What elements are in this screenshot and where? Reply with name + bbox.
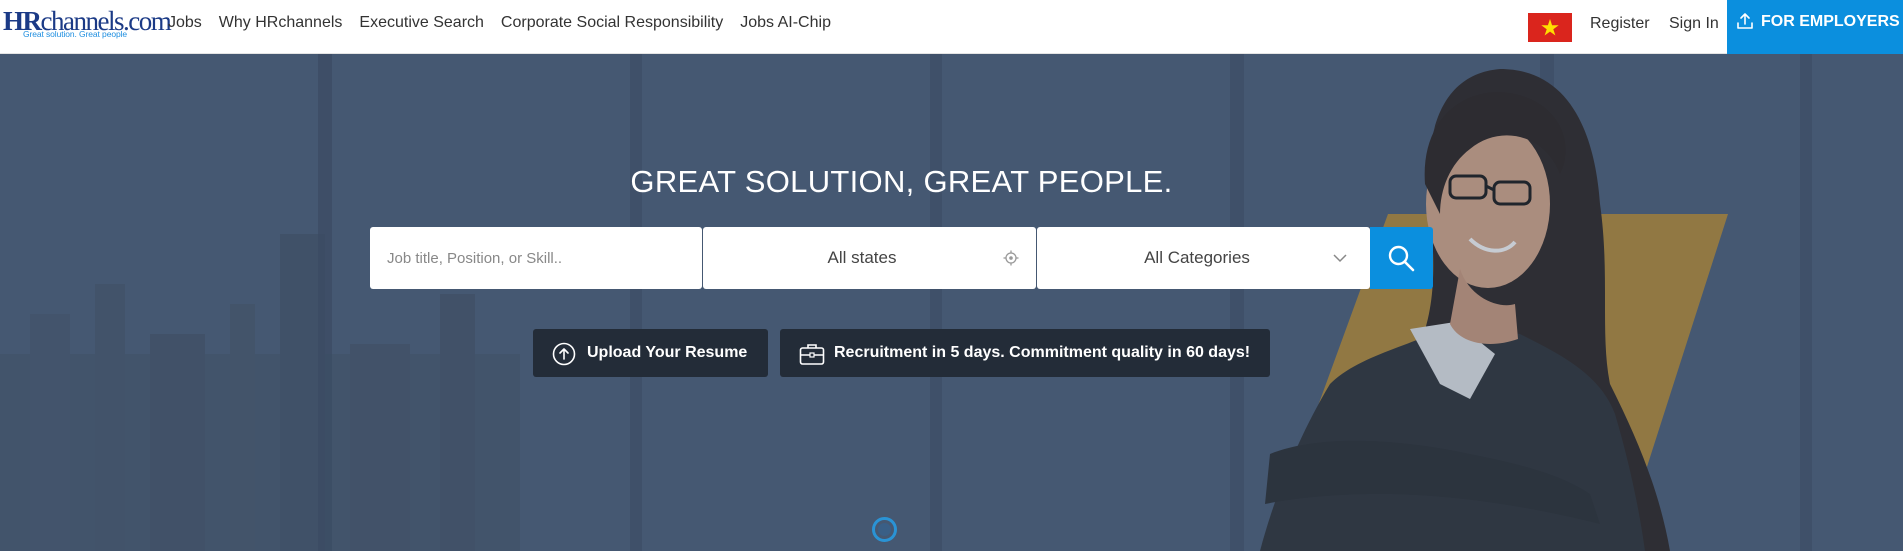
register-link[interactable]: Register bbox=[1590, 15, 1650, 33]
nav-item-jobs-ai-chip[interactable]: Jobs AI-Chip bbox=[740, 14, 831, 32]
site-header: HRchannels.com Great solution. Great peo… bbox=[0, 0, 1903, 54]
category-select-value: All Categories bbox=[1144, 248, 1250, 267]
logo-tagline: Great solution. Great people bbox=[23, 29, 127, 39]
search-icon bbox=[1388, 245, 1415, 272]
upload-icon bbox=[1737, 13, 1753, 29]
nav-item-why-hrchannels[interactable]: Why HRchannels bbox=[219, 14, 343, 32]
state-select[interactable]: All states bbox=[703, 227, 1036, 289]
for-employers-label: FOR EMPLOYERS bbox=[1761, 13, 1900, 30]
vietnam-flag-icon[interactable] bbox=[1528, 13, 1572, 42]
hero-banner: GREAT SOLUTION, GREAT PEOPLE. All states… bbox=[0, 54, 1903, 551]
main-nav: Jobs Why HRchannels Executive Search Cor… bbox=[168, 0, 848, 46]
for-employers-button[interactable]: FOR EMPLOYERS bbox=[1727, 0, 1903, 54]
nav-item-jobs[interactable]: Jobs bbox=[168, 14, 202, 32]
upload-resume-label: Upload Your Resume bbox=[587, 344, 748, 361]
job-keyword-input[interactable] bbox=[370, 227, 702, 289]
nav-item-executive-search[interactable]: Executive Search bbox=[359, 14, 484, 32]
search-button[interactable] bbox=[1370, 227, 1433, 289]
hrchannels-logo[interactable]: HRchannels.com Great solution. Great peo… bbox=[3, 8, 172, 40]
recruitment-promise-button[interactable]: Recruitment in 5 days. Commitment qualit… bbox=[780, 329, 1270, 377]
location-target-icon bbox=[1003, 250, 1019, 266]
chevron-down-icon bbox=[1333, 254, 1347, 263]
briefcase-icon bbox=[799, 344, 825, 365]
category-select[interactable]: All Categories bbox=[1037, 227, 1370, 289]
upload-resume-button[interactable]: Upload Your Resume bbox=[533, 329, 768, 377]
job-keyword-field bbox=[370, 227, 702, 289]
loading-spinner-icon bbox=[872, 517, 897, 542]
upload-arrow-circle-icon bbox=[552, 342, 576, 366]
hero-background-image bbox=[0, 54, 1903, 551]
recruitment-promise-label: Recruitment in 5 days. Commitment qualit… bbox=[834, 344, 1251, 361]
nav-item-csr[interactable]: Corporate Social Responsibility bbox=[501, 14, 723, 32]
state-select-value: All states bbox=[827, 248, 897, 267]
sign-in-link[interactable]: Sign In bbox=[1669, 15, 1719, 33]
hero-title: GREAT SOLUTION, GREAT PEOPLE. bbox=[630, 164, 1173, 199]
